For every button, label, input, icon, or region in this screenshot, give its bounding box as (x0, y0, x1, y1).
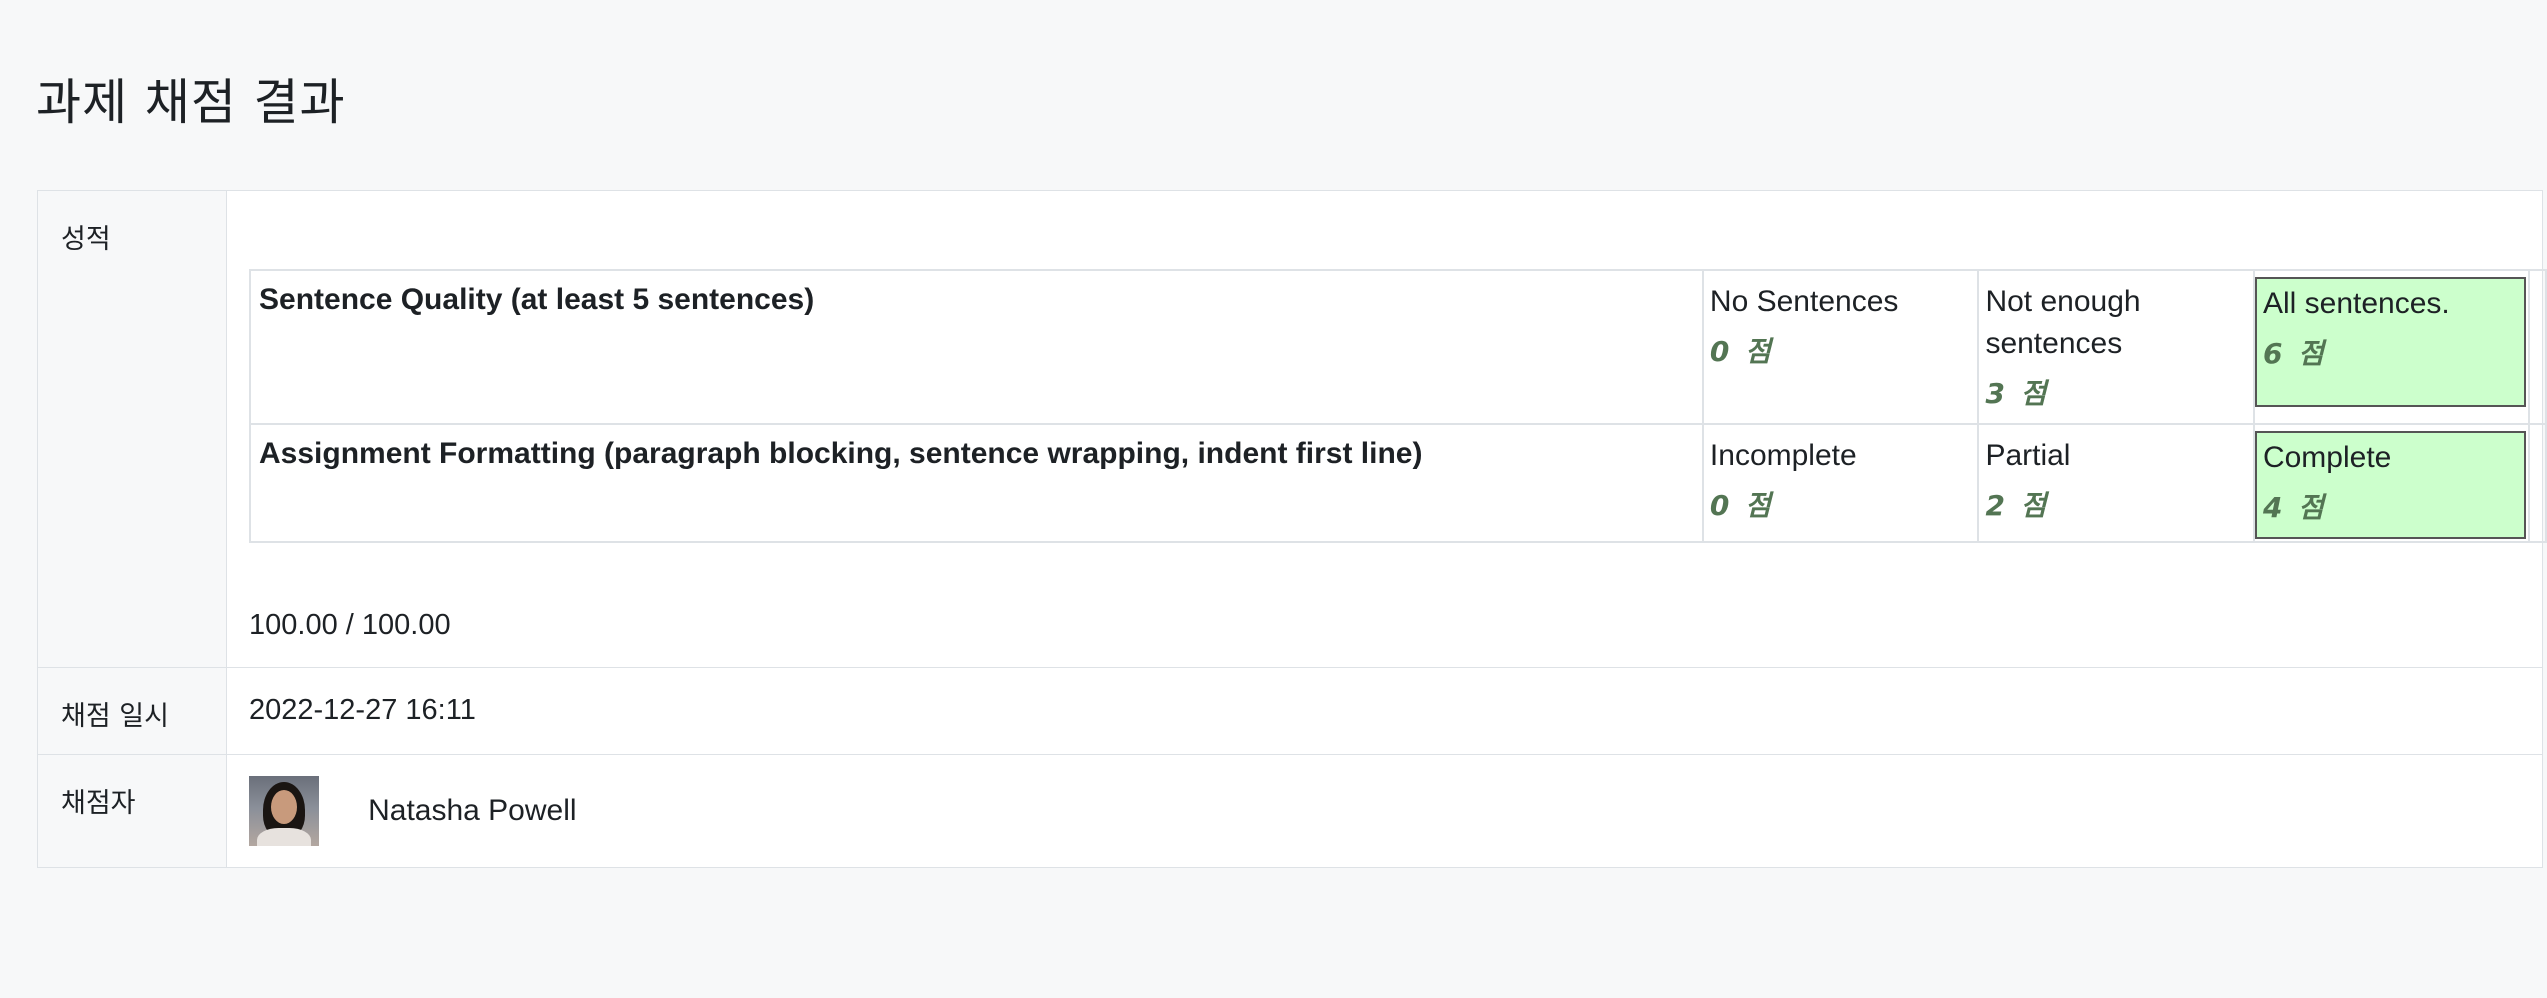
level-definition: All sentences. (2262, 287, 2450, 320)
grade-row: 성적 Sentence Quality (at least 5 sentence… (37, 190, 2547, 668)
rubric-table: Sentence Quality (at least 5 sentences) … (249, 269, 2547, 543)
level-score: 4 점 (2262, 491, 2327, 524)
grader-cell: Natasha Powell (226, 754, 2543, 868)
graded-on-label: 채점 일시 (37, 667, 227, 755)
level-score: 3 점 (1985, 377, 2050, 410)
rubric-criterion-row: Assignment Formatting (paragraph blockin… (249, 423, 2547, 543)
level-score: 2 점 (1985, 489, 2050, 522)
graded-by-label: 채점자 (37, 754, 227, 868)
rubric-level-selected: All sentences. 6 점 (2252, 269, 2531, 425)
graded-on-value: 2022-12-27 16:11 (226, 667, 2543, 755)
assignment-feedback-page: 과제 채점 결과 성적 Sentence Quality (at least 5… (0, 0, 2547, 998)
level-score: 0 점 (1709, 335, 1774, 368)
grade-label: 성적 (37, 190, 227, 668)
rubric-level: Incomplete 0 점 (1701, 423, 1980, 543)
level-definition: No Sentences (1709, 285, 1899, 318)
page-title: 과제 채점 결과 (36, 74, 346, 131)
rubric-spacer (2528, 269, 2547, 425)
level-definition: Not enough sentences (1985, 285, 2141, 360)
level-definition: Partial (1985, 439, 2071, 472)
grade-total: 100.00 / 100.00 (249, 609, 451, 641)
grader-name[interactable]: Natasha Powell (368, 794, 576, 828)
grader-avatar[interactable] (249, 776, 319, 846)
level-score: 0 점 (1709, 489, 1774, 522)
graded-on-row: 채점 일시 2022-12-27 16:11 (37, 667, 2543, 755)
feedback-table: 성적 Sentence Quality (at least 5 sentence… (37, 190, 2547, 868)
rubric-criterion-row: Sentence Quality (at least 5 sentences) … (249, 269, 2547, 425)
graded-by-row: 채점자 Natasha Powell (37, 754, 2543, 868)
rubric-spacer (2528, 423, 2547, 543)
level-score: 6 점 (2262, 337, 2327, 370)
rubric-level-selected: Complete 4 점 (2252, 423, 2531, 543)
level-definition: Complete (2262, 441, 2392, 474)
criterion-description: Sentence Quality (at least 5 sentences) (249, 269, 1704, 425)
rubric-level: Partial 2 점 (1977, 423, 2255, 543)
rubric-level: Not enough sentences 3 점 (1977, 269, 2255, 425)
level-definition: Incomplete (1709, 439, 1857, 472)
criterion-description: Assignment Formatting (paragraph blockin… (249, 423, 1704, 543)
rubric-level: No Sentences 0 점 (1701, 269, 1980, 425)
grade-cell: Sentence Quality (at least 5 sentences) … (226, 190, 2547, 668)
